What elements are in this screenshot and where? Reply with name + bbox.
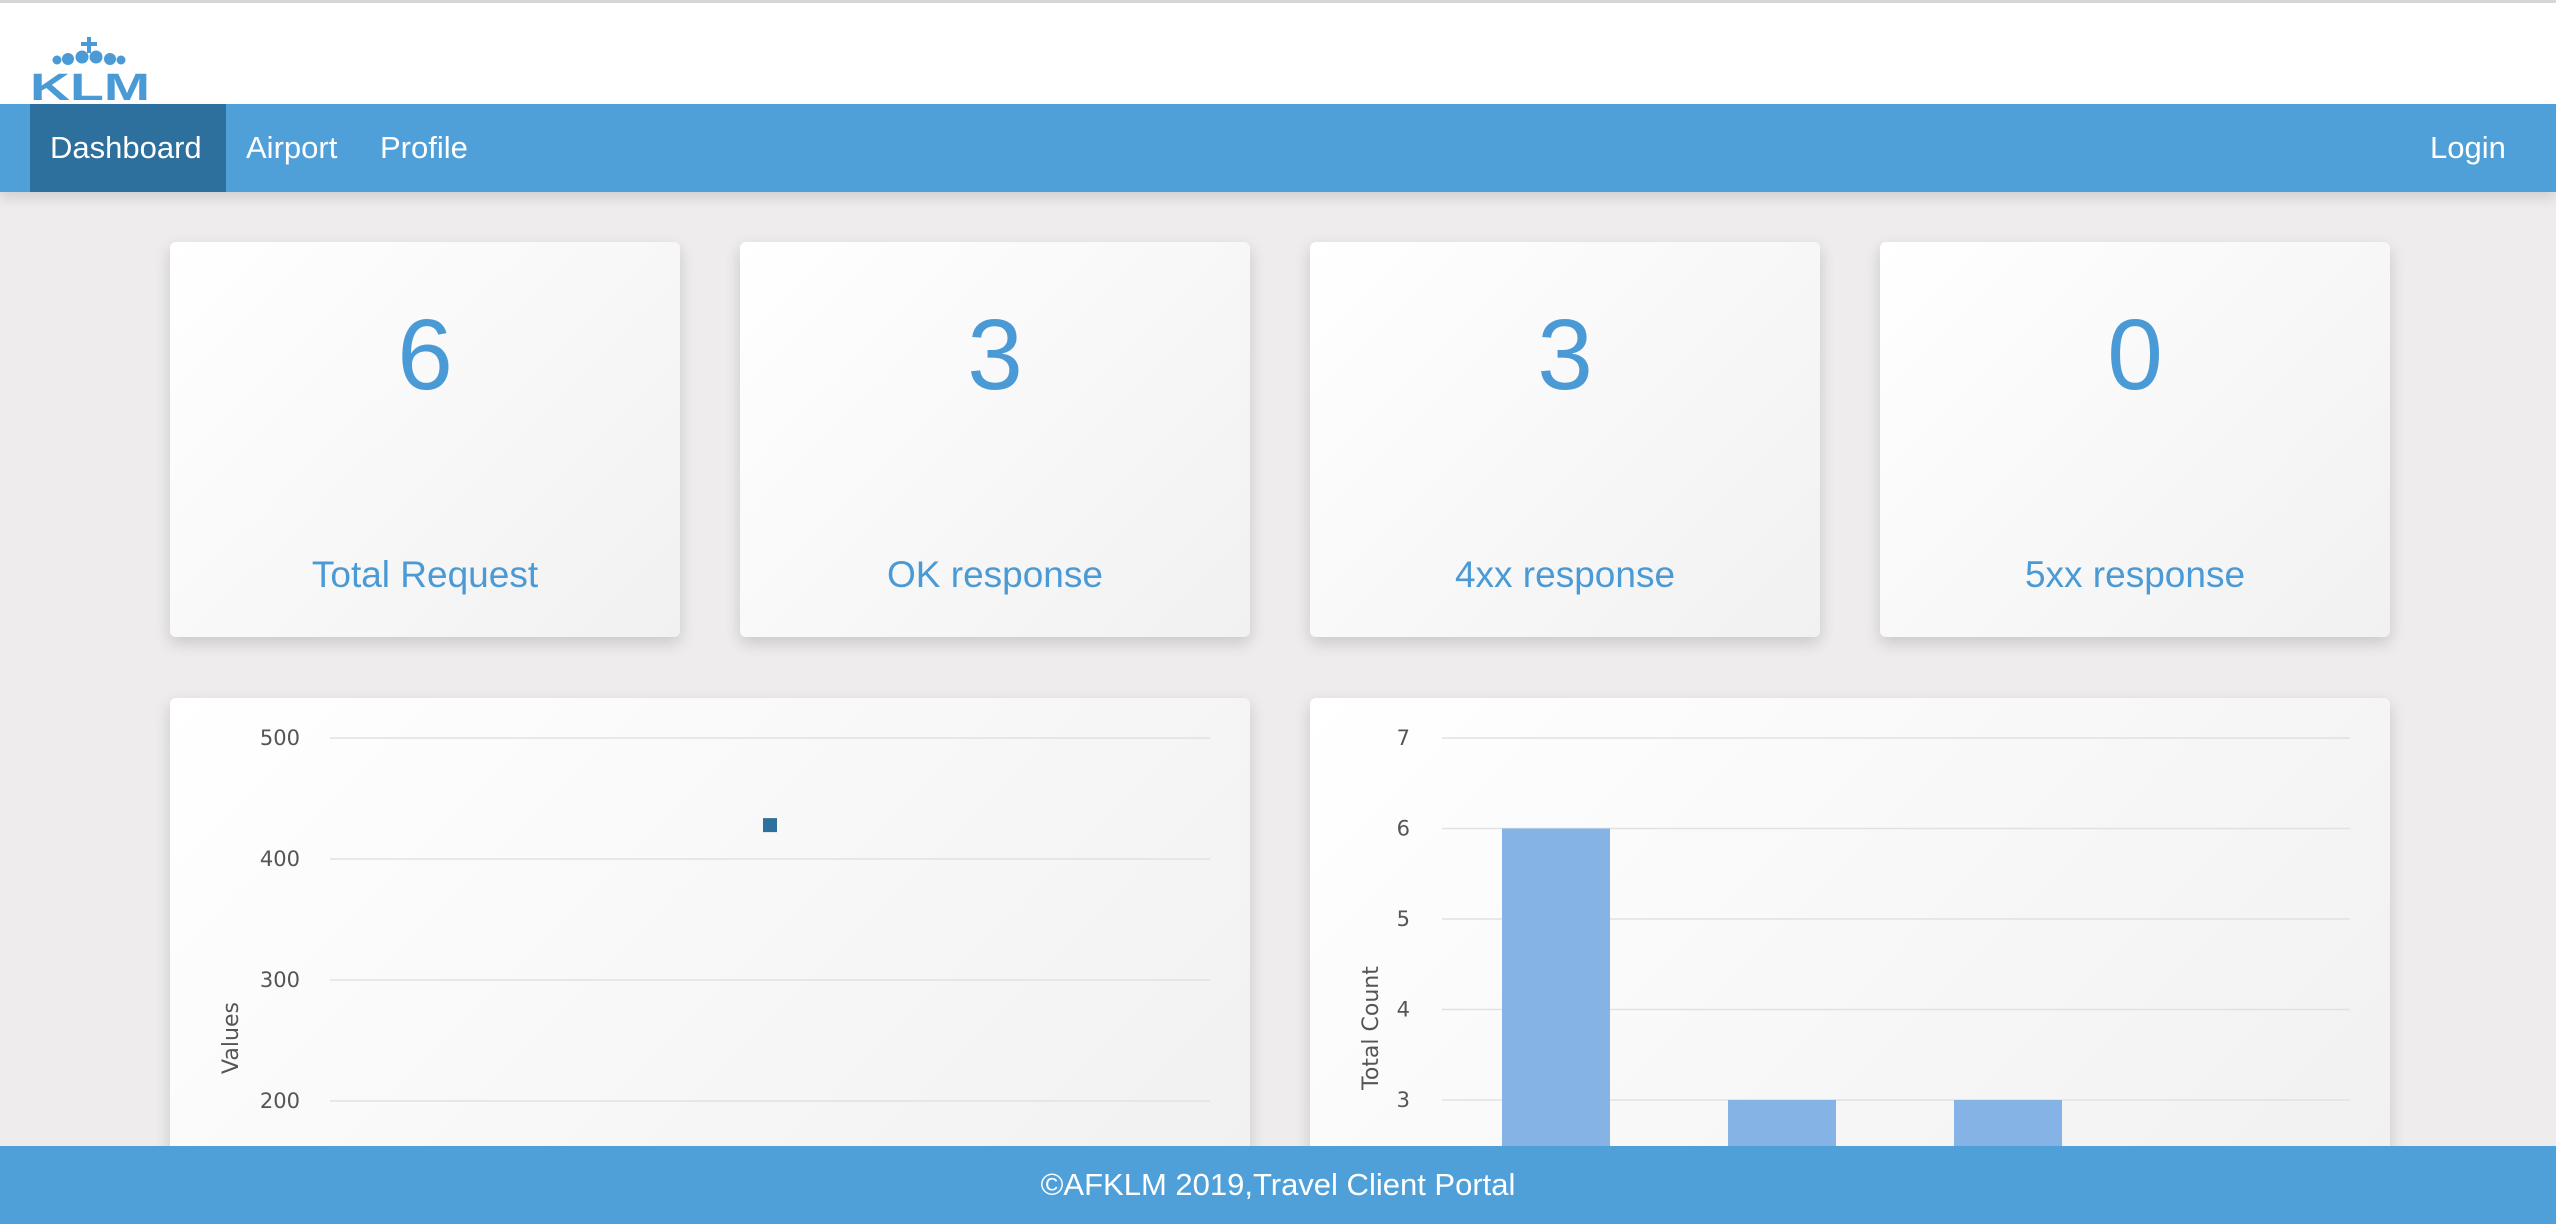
stat-card-ok-response: 3 OK response [740, 242, 1250, 637]
nav-airport[interactable]: Airport [226, 104, 342, 192]
main-navbar: Dashboard Airport Profile Login [0, 104, 2556, 192]
footer-text: ©AFKLM 2019,Travel Client Portal [1040, 1167, 1516, 1202]
nav-login[interactable]: Login [2410, 104, 2534, 192]
total-count-bar-chart: 3 4 5 6 7 Total Count [1359, 726, 2350, 1168]
values-scatter-chart: 200 300 400 500 Values [219, 726, 1210, 1113]
stat-label: Total Request [311, 554, 539, 595]
crown-icon [52, 37, 126, 65]
stat-value: 3 [967, 299, 1023, 411]
stat-label: OK response [887, 554, 1103, 595]
nav-dashboard[interactable]: Dashboard [30, 104, 226, 192]
values-scatter-chart-card: 200 300 400 500 Values [170, 698, 1250, 1158]
y-axis-label: Total Count [1359, 966, 1384, 1091]
stat-card-5xx-response: 0 5xx response [1880, 242, 2390, 637]
y-axis-label: Values [219, 1002, 244, 1074]
stat-label: 4xx response [1454, 554, 1676, 595]
stat-value: 0 [2107, 299, 2163, 411]
total-count-bar-chart-card: 3 4 5 6 7 Total Count [1310, 698, 2390, 1168]
y-tick-label: 3 [1397, 1088, 1410, 1112]
stat-label: 5xx response [2024, 554, 2246, 595]
y-tick-label: 5 [1397, 907, 1410, 931]
y-tick-label: 300 [260, 968, 300, 992]
y-tick-label: 400 [260, 847, 300, 871]
stat-card-4xx-response: 3 4xx response [1310, 242, 1820, 637]
y-tick-label: 6 [1397, 817, 1410, 841]
stat-value: 6 [397, 299, 453, 411]
y-tick-label: 500 [260, 726, 300, 750]
stat-value: 3 [1537, 299, 1593, 411]
logo-wordmark: KLM [30, 67, 150, 103]
klm-logo[interactable]: KLM [28, 37, 152, 103]
nav-profile[interactable]: Profile [360, 104, 476, 192]
y-tick-label: 200 [260, 1089, 300, 1113]
y-tick-label: 4 [1397, 998, 1410, 1022]
y-tick-label: 7 [1397, 726, 1410, 750]
stat-card-total-request: 6 Total Request [170, 242, 680, 637]
data-point [763, 818, 777, 833]
footer: ©AFKLM 2019,Travel Client Portal [0, 1146, 2556, 1224]
top-header: KLM [0, 0, 2556, 104]
bar [1502, 828, 1610, 1168]
